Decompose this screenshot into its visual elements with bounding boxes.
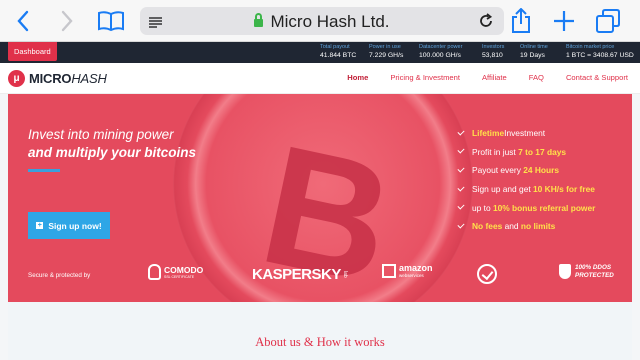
ddos-shield-icon	[559, 264, 571, 279]
check-icon	[457, 146, 465, 154]
stat-value: 41.844 BTC	[320, 52, 357, 59]
feature-highlight: 7 to 17 days	[518, 146, 567, 157]
address-bar[interactable]: Micro Hash Ltd.	[140, 7, 504, 35]
check-icon	[457, 221, 465, 229]
stat-label: Total payout	[320, 44, 350, 50]
dashboard-button[interactable]: Dashboard	[8, 42, 57, 61]
hero-title-line2: and multiply your bitcoins	[28, 145, 197, 160]
logo-mark-icon: μ	[8, 69, 25, 87]
back-icon[interactable]	[10, 8, 36, 34]
feature-item: Lifetime Investment	[457, 124, 628, 143]
stat-label: Bitcoin market price	[566, 44, 615, 50]
feature-text: Profit in just	[472, 146, 516, 157]
check-icon	[457, 165, 465, 173]
new-tab-icon[interactable]	[551, 8, 577, 34]
comodo-text: COMODO	[164, 264, 204, 275]
feature-text: up to	[472, 202, 491, 213]
logo[interactable]: μ MICROHASH	[8, 69, 107, 87]
amazon-logo: amazon webservices	[382, 264, 433, 278]
secure-shield-logo	[477, 264, 497, 284]
amazon-sub: webservices	[399, 273, 424, 278]
check-icon	[457, 202, 465, 210]
kaspersky-text: KASPERSKY	[252, 266, 341, 283]
stat-total-payout: Total payout 41.844 BTC	[320, 44, 356, 60]
stat-value: 53,810	[482, 52, 503, 59]
bookmarks-icon[interactable]	[96, 8, 126, 34]
lock-icon	[254, 13, 264, 27]
logo-bold: MICRO	[29, 70, 72, 86]
stat-label: Online time	[520, 44, 548, 50]
aws-cube-icon	[382, 264, 396, 278]
tabs-icon[interactable]	[595, 8, 621, 34]
url-text: Micro Hash Ltd.	[270, 12, 390, 31]
plus-icon: +	[36, 222, 44, 229]
feature-text: and	[504, 221, 519, 232]
ddos-line1: 100% DDOS	[575, 264, 612, 271]
share-icon[interactable]	[508, 8, 534, 34]
shield-check-icon	[477, 264, 497, 284]
stat-value: 100.000 GH/s	[419, 52, 461, 59]
about-title: About us & How it works	[255, 335, 385, 349]
stat-power-in-use: Power in use 7.229 GH/s	[369, 44, 403, 60]
comodo-sub: SSL CERTIFICATE	[164, 274, 195, 279]
browser-toolbar: Micro Hash Ltd.	[0, 0, 640, 42]
amazon-text: amazon	[399, 263, 433, 273]
feature-highlight: 10% bonus referral power	[492, 202, 596, 213]
menu-item-affiliate[interactable]: Affiliate	[482, 73, 507, 82]
feature-list: Lifetime Investment Profit in just 7 to …	[457, 124, 628, 236]
stat-value: 19 Days	[520, 52, 545, 59]
menu-item-home[interactable]: Home	[347, 73, 368, 82]
check-icon	[457, 184, 465, 192]
feature-item: Sign up and get 10 KH/s for free	[457, 180, 628, 199]
stat-online-time: Online time 19 Days	[520, 44, 548, 60]
menu-item-contact[interactable]: Contact & Support	[566, 73, 628, 82]
hero-title-line1: Invest into mining power	[28, 127, 174, 142]
menu-item-faq[interactable]: FAQ	[529, 73, 544, 82]
stats-bar: Dashboard Total payout 41.844 BTC Power …	[0, 42, 640, 63]
stat-datacenter-power: Datacenter power 100.000 GH/s	[419, 44, 462, 60]
feature-text: Investment	[504, 128, 546, 139]
ddos-line2: PROTECTED	[575, 271, 614, 279]
feature-highlight: No fees	[472, 221, 503, 232]
feature-text: Sign up and get	[472, 184, 531, 195]
signup-label: Sign up now!	[48, 220, 102, 231]
feature-highlight: Lifetime	[472, 128, 505, 139]
kaspersky-lab: lab	[341, 271, 348, 278]
url-display: Micro Hash Ltd.	[140, 12, 504, 32]
reload-icon[interactable]	[478, 13, 494, 34]
feature-item: up to 10% bonus referral power	[457, 198, 628, 217]
forward-icon[interactable]	[54, 8, 80, 34]
stat-btc-price: Bitcoin market price 1 BTC = 3408.67 USD	[566, 44, 634, 60]
hero-section: B Invest into mining power and multiply …	[8, 94, 632, 302]
ddos-logo: 100% DDOS PROTECTED	[559, 264, 614, 279]
stat-value: 1 BTC = 3408.67 USD	[566, 52, 634, 59]
main-menu: Home Pricing & Investment Affiliate FAQ …	[325, 73, 628, 82]
secure-label: Secure & protected by	[28, 272, 91, 279]
feature-item: Payout every 24 Hours	[457, 161, 628, 180]
menu-item-pricing[interactable]: Pricing & Investment	[390, 73, 460, 82]
feature-item: No fees and no limits	[457, 217, 628, 236]
comodo-logo: COMODO SSL CERTIFICATE	[148, 264, 203, 280]
signup-button[interactable]: + Sign up now!	[28, 212, 110, 239]
site-header: μ MICROHASH Home Pricing & Investment Af…	[0, 63, 640, 94]
kaspersky-logo: KASPERSKY lab	[252, 266, 348, 283]
feature-highlight: 10 KH/s for free	[533, 184, 595, 195]
feature-highlight: no limits	[520, 221, 556, 232]
feature-text: Payout every	[472, 165, 521, 176]
feature-item: Profit in just 7 to 17 days	[457, 143, 628, 162]
check-icon	[457, 128, 465, 136]
logo-text: MICROHASH	[29, 71, 107, 86]
stat-value: 7.229 GH/s	[369, 52, 404, 59]
title-underline	[28, 169, 60, 172]
stat-label: Datacenter power	[419, 44, 463, 50]
stat-label: Power in use	[369, 44, 401, 50]
stat-label: Investors	[482, 44, 505, 50]
about-section: About us & How it works	[8, 302, 632, 360]
padlock-icon	[148, 264, 161, 280]
logo-thin: HASH	[71, 70, 107, 86]
stat-investors: Investors 53,810	[482, 44, 504, 60]
feature-highlight: 24 Hours	[523, 165, 560, 176]
